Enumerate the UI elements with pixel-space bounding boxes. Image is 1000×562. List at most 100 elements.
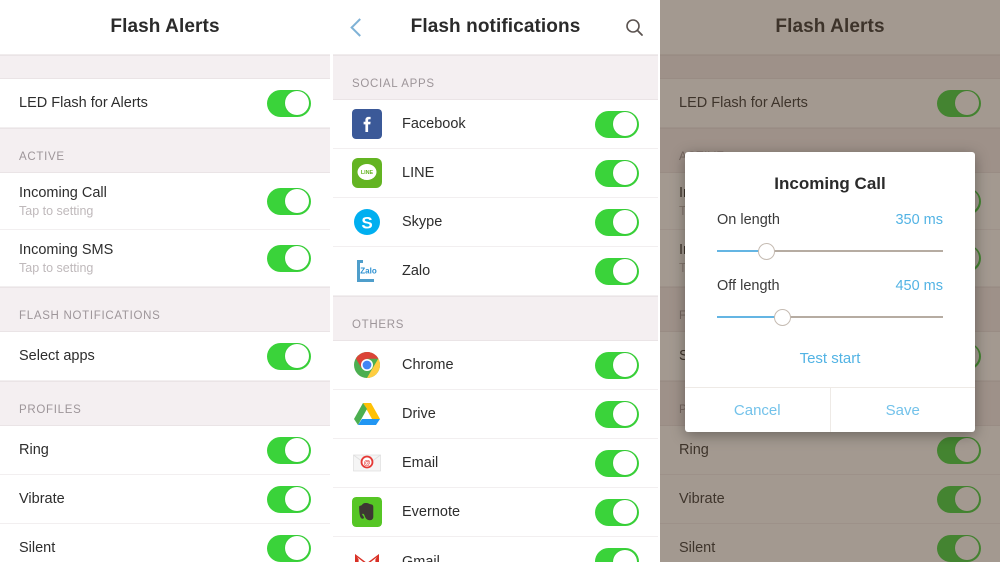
toggle-knob xyxy=(285,344,309,368)
toggle-knob xyxy=(955,438,979,462)
row-select-apps[interactable]: Select apps xyxy=(0,332,330,381)
row-texts: Silent xyxy=(19,539,267,557)
toggle-led-flash-for-alerts[interactable] xyxy=(937,89,981,117)
row-zalo[interactable]: Zalo Zalo xyxy=(333,247,658,296)
toggle-knob xyxy=(613,402,637,426)
row-evernote[interactable]: Evernote xyxy=(333,488,658,537)
row-subtitle: Tap to setting xyxy=(19,260,94,275)
toggle-knob xyxy=(613,500,637,524)
row-vibrate[interactable]: Vibrate xyxy=(660,475,1000,524)
row-chrome[interactable]: Chrome xyxy=(333,341,658,390)
svg-text:@: @ xyxy=(364,460,371,467)
toggle-led-flash-for-alerts[interactable] xyxy=(267,89,311,117)
row-vibrate[interactable]: Vibrate xyxy=(0,475,330,524)
on-length-value: 350 ms xyxy=(895,212,943,228)
row-silent[interactable]: Silent xyxy=(660,524,1000,562)
toggle-vibrate[interactable] xyxy=(267,485,311,513)
toggle-skype[interactable] xyxy=(595,208,639,236)
row-gmail[interactable]: Gmail xyxy=(333,537,658,562)
toggle-knob xyxy=(613,353,637,377)
toggle-silent[interactable] xyxy=(937,534,981,562)
section-spacer-top xyxy=(0,55,330,79)
row-title: Ring xyxy=(19,442,49,458)
save-button[interactable]: Save xyxy=(829,388,976,432)
row-ring[interactable]: Ring xyxy=(0,426,330,475)
section-label: SOCIAL APPS xyxy=(352,78,435,90)
row-incoming-sms[interactable]: Incoming SMS Tap to setting xyxy=(0,230,330,287)
row-title: Silent xyxy=(19,540,56,556)
chevron-left-icon xyxy=(349,17,369,37)
svg-text:LINE: LINE xyxy=(361,170,374,176)
row-email[interactable]: @ Email xyxy=(333,439,658,488)
row-texts: Select apps xyxy=(19,347,267,365)
slider-thumb[interactable] xyxy=(758,243,776,260)
toggle-vibrate[interactable] xyxy=(937,485,981,513)
row-title: Facebook xyxy=(402,116,466,132)
test-start-button[interactable]: Test start xyxy=(685,344,975,387)
off-length-row: Off length 450 ms xyxy=(717,278,943,304)
toggle-gmail[interactable] xyxy=(595,548,639,562)
panel-flash-notifications: Flash notifications SOCIAL APPS Facebook xyxy=(333,0,658,562)
back-button[interactable] xyxy=(333,17,381,37)
toggle-knob xyxy=(285,536,309,560)
row-led-flash-for-alerts[interactable]: LED Flash for Alerts xyxy=(0,79,330,128)
toggle-knob xyxy=(955,487,979,511)
row-texts: Gmail xyxy=(402,553,595,562)
row-title: LINE xyxy=(402,165,435,181)
row-texts: Ring xyxy=(19,441,267,459)
row-silent[interactable]: Silent xyxy=(0,524,330,562)
toggle-incoming-call[interactable] xyxy=(267,187,311,215)
row-texts: Zalo xyxy=(402,262,595,280)
on-length-slider[interactable] xyxy=(717,238,943,264)
toggle-email[interactable] xyxy=(595,449,639,477)
row-incoming-call[interactable]: Incoming Call Tap to setting xyxy=(0,173,330,230)
dialog-actions: Cancel Save xyxy=(685,387,975,432)
toggle-zalo[interactable] xyxy=(595,257,639,285)
panel-flash-alerts: Flash Alerts LED Flash for Alerts ACTIVE… xyxy=(0,0,330,562)
row-skype[interactable]: S Skype xyxy=(333,198,658,247)
page-title: Flash Alerts xyxy=(775,16,885,37)
toggle-ring[interactable] xyxy=(267,436,311,464)
row-subtitle: Tap to setting xyxy=(19,203,94,218)
row-led-flash-for-alerts[interactable]: LED Flash for Alerts xyxy=(660,79,1000,128)
row-title: Email xyxy=(402,455,439,471)
toggle-evernote[interactable] xyxy=(595,498,639,526)
row-texts: Ring xyxy=(679,441,937,459)
row-title: Incoming Call xyxy=(19,184,107,201)
row-facebook[interactable]: Facebook xyxy=(333,100,658,149)
cancel-button[interactable]: Cancel xyxy=(685,388,830,432)
toggle-knob xyxy=(955,536,979,560)
row-ring[interactable]: Ring xyxy=(660,426,1000,475)
row-texts: LINE xyxy=(402,164,595,182)
facebook-icon xyxy=(352,109,382,139)
toggle-incoming-sms[interactable] xyxy=(267,244,311,272)
toggle-ring[interactable] xyxy=(937,436,981,464)
search-button[interactable] xyxy=(610,18,658,37)
skype-icon: S xyxy=(352,207,382,237)
off-length-slider[interactable] xyxy=(717,304,943,330)
section-label: FLASH NOTIFICATIONS xyxy=(19,310,161,322)
row-texts: LED Flash for Alerts xyxy=(19,94,267,112)
zalo-icon: Zalo xyxy=(352,256,382,286)
toggle-drive[interactable] xyxy=(595,400,639,428)
row-drive[interactable]: Drive xyxy=(333,390,658,439)
gmail-icon xyxy=(352,547,382,562)
toggle-facebook[interactable] xyxy=(595,110,639,138)
row-title: Evernote xyxy=(402,504,461,520)
row-texts: Vibrate xyxy=(679,490,937,508)
row-texts: Incoming Call Tap to setting xyxy=(19,184,267,219)
row-title: Skype xyxy=(402,214,443,230)
page-title: Flash notifications xyxy=(410,16,581,37)
row-line[interactable]: LINE LINE xyxy=(333,149,658,198)
toggle-silent[interactable] xyxy=(267,534,311,562)
slider-thumb[interactable] xyxy=(774,309,792,326)
row-title: Silent xyxy=(679,540,716,556)
toggle-select-apps[interactable] xyxy=(267,342,311,370)
on-length-field: On length 350 ms xyxy=(685,212,975,264)
dialog-title: Incoming Call xyxy=(774,174,886,193)
line-icon: LINE xyxy=(352,158,382,188)
row-texts: Skype xyxy=(402,213,595,231)
toggle-line[interactable] xyxy=(595,159,639,187)
section-header-flash-notifications: FLASH NOTIFICATIONS xyxy=(0,287,330,332)
toggle-chrome[interactable] xyxy=(595,351,639,379)
